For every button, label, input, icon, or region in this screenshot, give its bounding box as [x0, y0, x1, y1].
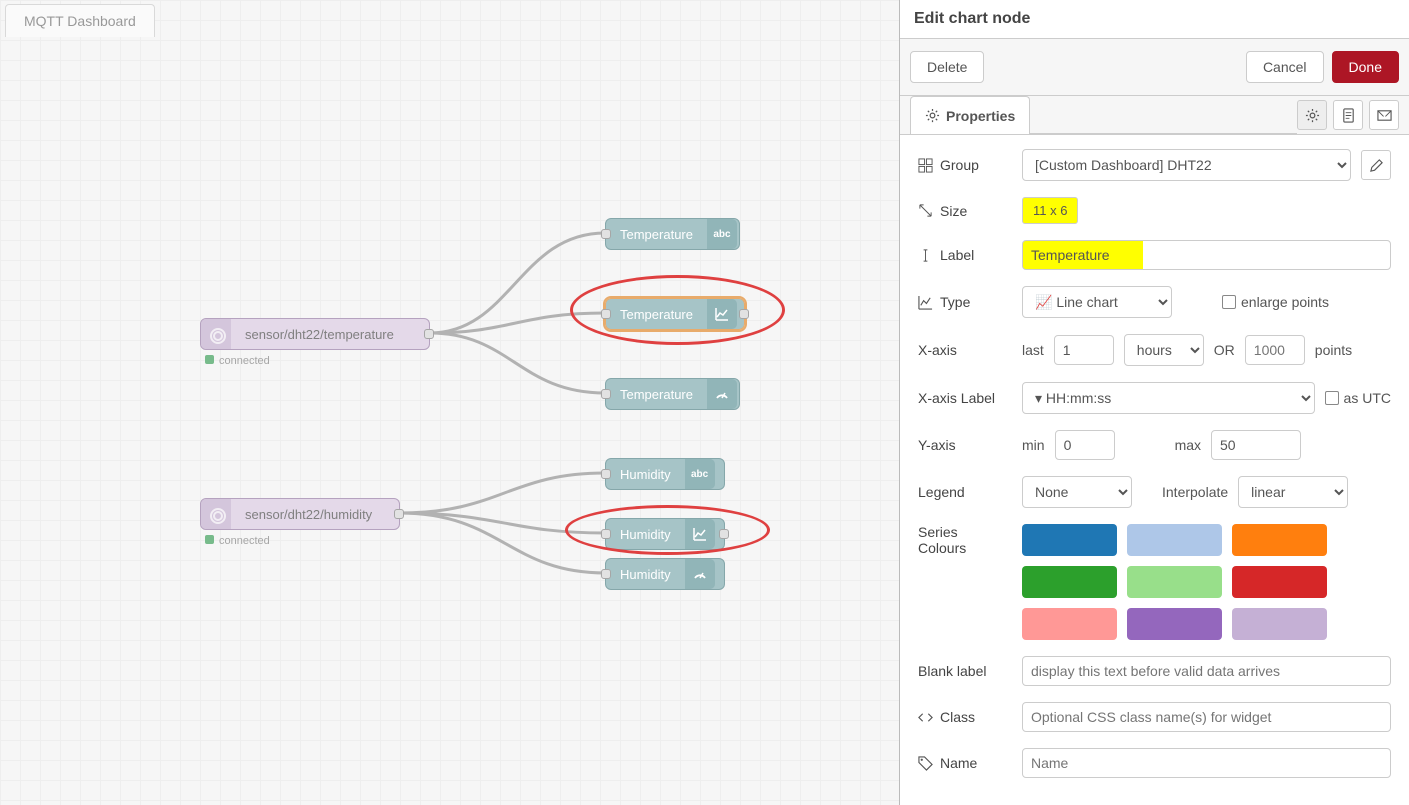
node-chart-temperature[interactable]: Temperature: [605, 298, 745, 330]
class-label: Class: [918, 709, 1008, 725]
wires: [0, 0, 899, 805]
colour-swatch[interactable]: [1232, 524, 1327, 556]
colours-label: Series Colours: [918, 524, 1008, 556]
utc-checkbox[interactable]: as UTC: [1325, 390, 1391, 406]
mqtt-icon: [201, 499, 231, 529]
appearance-button[interactable]: [1369, 100, 1399, 130]
colour-swatch[interactable]: [1232, 608, 1327, 640]
xaxis-unit-select[interactable]: hours: [1124, 334, 1204, 366]
xaxis-count-input[interactable]: [1054, 335, 1114, 365]
class-input[interactable]: [1022, 702, 1391, 732]
port-out[interactable]: [739, 309, 749, 319]
type-label: Type: [918, 294, 1008, 310]
colour-swatch[interactable]: [1022, 524, 1117, 556]
edit-group-button[interactable]: [1361, 150, 1391, 180]
interpolate-select[interactable]: linear: [1238, 476, 1348, 508]
gauge-icon: [685, 559, 715, 589]
size-value[interactable]: 11 x 6: [1022, 197, 1078, 224]
workspace-tab[interactable]: MQTT Dashboard: [5, 4, 155, 37]
port-in[interactable]: [601, 569, 611, 579]
gear-icon: [925, 108, 940, 123]
node-gauge-temperature[interactable]: Temperature: [605, 378, 740, 410]
grid-icon: [918, 158, 933, 173]
status-label: connected: [219, 535, 270, 547]
chart-icon: [685, 519, 715, 549]
ymin-input[interactable]: [1055, 430, 1115, 460]
ymax-input[interactable]: [1211, 430, 1301, 460]
blank-input[interactable]: [1022, 656, 1391, 686]
name-label: Name: [918, 755, 1008, 771]
mqtt-icon: [201, 319, 231, 349]
label-label: Label: [918, 247, 1008, 263]
panel-title: Edit chart node: [900, 0, 1409, 39]
name-input[interactable]: [1022, 748, 1391, 778]
chart-line-icon: [918, 295, 933, 310]
xlabel-select[interactable]: ▾ HH:mm:ss: [1022, 382, 1315, 414]
port-in[interactable]: [601, 469, 611, 479]
colour-swatch[interactable]: [1127, 608, 1222, 640]
port-in[interactable]: [601, 389, 611, 399]
tag-icon: [918, 756, 933, 771]
port-out[interactable]: [394, 509, 404, 519]
cancel-button[interactable]: Cancel: [1246, 51, 1324, 83]
group-select[interactable]: [Custom Dashboard] DHT22: [1022, 149, 1351, 181]
colour-swatch[interactable]: [1127, 566, 1222, 598]
group-label: Group: [918, 157, 1008, 173]
status-dot: [205, 355, 214, 364]
status-label: connected: [219, 355, 270, 367]
xaxis-label: X-axis: [918, 342, 1008, 358]
colour-swatch[interactable]: [1127, 524, 1222, 556]
node-mqtt-humidity[interactable]: sensor/dht22/humidity connected: [200, 498, 400, 530]
type-select[interactable]: 📈 Line chart: [1022, 286, 1172, 318]
label-input[interactable]: [1022, 240, 1391, 270]
series-colours: [1022, 524, 1327, 640]
size-label: Size: [918, 203, 1008, 219]
port-in[interactable]: [601, 229, 611, 239]
gauge-icon: [707, 379, 737, 409]
delete-button[interactable]: Delete: [910, 51, 984, 83]
port-out[interactable]: [424, 329, 434, 339]
done-button[interactable]: Done: [1332, 51, 1399, 83]
size-icon: [918, 203, 933, 218]
port-out[interactable]: [719, 529, 729, 539]
xaxis-points-input[interactable]: [1245, 335, 1305, 365]
text-icon: abc: [707, 219, 737, 249]
port-in[interactable]: [601, 529, 611, 539]
xaxis-label-label: X-axis Label: [918, 390, 1008, 406]
tab-properties[interactable]: Properties: [910, 96, 1030, 134]
enlarge-checkbox[interactable]: enlarge points: [1222, 294, 1329, 310]
properties-panel: Edit chart node Delete Cancel Done Prope…: [899, 0, 1409, 805]
text-cursor-icon: [918, 248, 933, 263]
code-icon: [918, 710, 933, 725]
legend-label: Legend: [918, 484, 1008, 500]
flow-canvas[interactable]: MQTT Dashboard sensor/dht22/temperature …: [0, 0, 899, 805]
blank-label: Blank label: [918, 663, 1008, 679]
node-mqtt-temperature[interactable]: sensor/dht22/temperature connected: [200, 318, 430, 350]
node-gauge-humidity[interactable]: Humidity: [605, 558, 725, 590]
chart-icon: [707, 299, 737, 329]
port-in[interactable]: [601, 309, 611, 319]
description-button[interactable]: [1333, 100, 1363, 130]
node-text-humidity[interactable]: Humidity abc: [605, 458, 725, 490]
colour-swatch[interactable]: [1022, 608, 1117, 640]
node-chart-humidity[interactable]: Humidity: [605, 518, 725, 550]
colour-swatch[interactable]: [1232, 566, 1327, 598]
status-dot: [205, 535, 214, 544]
node-text-temperature[interactable]: Temperature abc: [605, 218, 740, 250]
gear-button[interactable]: [1297, 100, 1327, 130]
yaxis-label: Y-axis: [918, 437, 1008, 453]
legend-select[interactable]: None: [1022, 476, 1132, 508]
colour-swatch[interactable]: [1022, 566, 1117, 598]
text-icon: abc: [685, 459, 715, 489]
